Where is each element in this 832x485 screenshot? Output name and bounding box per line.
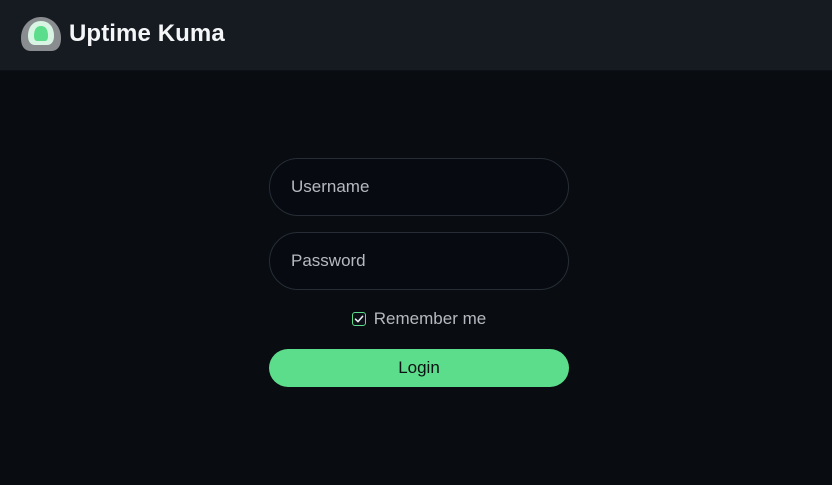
checkmark-icon: [354, 315, 364, 323]
uptime-kuma-logo-icon: [21, 17, 61, 51]
top-header: Uptime Kuma: [0, 0, 832, 71]
app-name: Uptime Kuma: [69, 20, 225, 47]
username-input[interactable]: [269, 158, 569, 216]
brand-link[interactable]: Uptime Kuma: [21, 16, 225, 52]
password-input[interactable]: [269, 232, 569, 290]
login-form: Remember me Login: [269, 158, 569, 387]
remember-me-row[interactable]: Remember me: [269, 309, 569, 329]
remember-me-label: Remember me: [373, 309, 487, 328]
remember-me-checkbox[interactable]: [351, 312, 366, 326]
login-button[interactable]: Login: [269, 349, 569, 387]
